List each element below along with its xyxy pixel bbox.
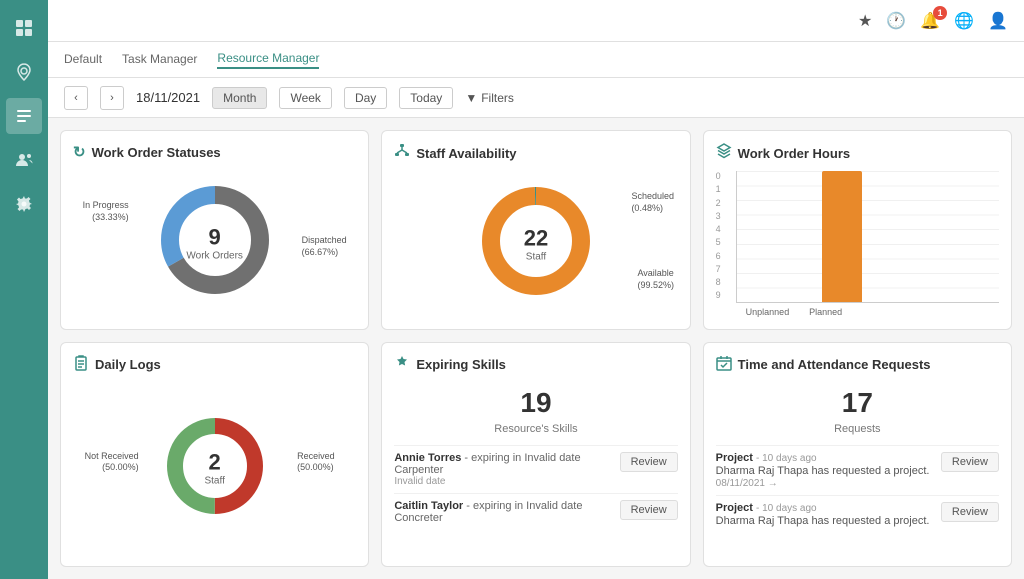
sidebar-icon-tasks[interactable] <box>6 98 42 134</box>
clipboard-icon <box>73 355 89 375</box>
skills-count: 19 Resource's Skills <box>394 387 677 437</box>
sidebar-icon-users[interactable] <box>6 142 42 178</box>
main-content: ★ 🕐 🔔 1 🌐 👤 Default Task Manager Resourc… <box>48 0 1024 579</box>
work-order-statuses-chart: In Progress(33.33%) 9 Work Orders <box>73 169 356 317</box>
work-order-donut: 9 Work Orders <box>155 180 275 305</box>
day-button[interactable]: Day <box>344 87 387 109</box>
staff-availability-title: Staff Availability <box>394 143 677 163</box>
work-order-hours-card: Work Order Hours 9876543210 <box>703 130 1012 330</box>
notification-badge: 1 <box>933 6 947 20</box>
week-button[interactable]: Week <box>279 87 331 109</box>
tab-task-manager[interactable]: Task Manager <box>122 52 197 68</box>
request-item-1: Project - 10 days ago Dharma Raj Thapa h… <box>716 445 999 495</box>
layers-icon <box>716 143 732 163</box>
refresh-icon: ↻ <box>73 143 86 161</box>
request-count: 17 Requests <box>716 387 999 437</box>
bar-chart: 9876543210 <box>716 171 999 317</box>
filters-button[interactable]: ▼ Filters <box>465 91 514 105</box>
expiring-skills-title: Expiring Skills <box>394 355 677 375</box>
sidebar-icon-map[interactable] <box>6 54 42 90</box>
filter-label: Filters <box>481 91 514 105</box>
topbar-icons: ★ 🕐 🔔 1 🌐 👤 <box>858 11 1008 31</box>
time-attendance-card: Time and Attendance Requests 17 Requests… <box>703 342 1012 568</box>
work-order-statuses-card: ↻ Work Order Statuses In Progress(33.33%… <box>60 130 369 330</box>
user-icon[interactable]: 👤 <box>988 11 1008 31</box>
toolbar: ‹ › 18/11/2021 Month Week Day Today ▼ Fi… <box>48 78 1024 118</box>
topbar: ★ 🕐 🔔 1 🌐 👤 <box>48 0 1024 42</box>
planned-label: Planned <box>806 307 846 317</box>
dashboard: ↻ Work Order Statuses In Progress(33.33%… <box>48 118 1024 579</box>
sidebar <box>0 0 48 579</box>
clock-icon[interactable]: 🕐 <box>886 11 906 31</box>
sidebar-icon-settings[interactable] <box>6 186 42 222</box>
daily-logs-title: Daily Logs <box>73 355 356 375</box>
bell-icon[interactable]: 🔔 1 <box>920 11 940 31</box>
sidebar-icon-grid[interactable] <box>6 10 42 46</box>
prev-button[interactable]: ‹ <box>64 86 88 110</box>
dispatched-legend: Dispatched(66.67%) <box>302 235 347 257</box>
calendar-check-icon <box>716 355 732 375</box>
work-order-hours-title: Work Order Hours <box>716 143 999 163</box>
staff-availability-chart: Scheduled(0.48%) 22 Staff <box>394 171 677 317</box>
received-legend: Received(50.00%) <box>297 451 335 473</box>
unplanned-label: Unplanned <box>746 307 786 317</box>
filter-icon: ▼ <box>465 91 477 105</box>
time-attendance-title: Time and Attendance Requests <box>716 355 999 375</box>
tab-resource-manager[interactable]: Resource Manager <box>217 51 319 69</box>
org-icon <box>394 143 410 163</box>
today-button[interactable]: Today <box>399 87 453 109</box>
review-skill-1-button[interactable]: Review <box>620 452 678 472</box>
skill-item-2: Caitlin Taylor - expiring in Invalid dat… <box>394 493 677 530</box>
daily-logs-donut: 2 Staff <box>160 411 270 526</box>
tabs-bar: Default Task Manager Resource Manager <box>48 42 1024 78</box>
skills-icon <box>394 355 410 375</box>
request-item-2: Project - 10 days ago Dharma Raj Thapa h… <box>716 495 999 534</box>
review-skill-2-button[interactable]: Review <box>620 500 678 520</box>
month-button[interactable]: Month <box>212 87 267 109</box>
star-icon[interactable]: ★ <box>858 11 872 31</box>
globe-icon[interactable]: 🌐 <box>954 11 974 31</box>
in-progress-legend: In Progress(33.33%) <box>83 200 129 222</box>
expiring-skills-card: Expiring Skills 19 Resource's Skills Ann… <box>381 342 690 568</box>
y-axis: 9876543210 <box>716 171 732 317</box>
not-received-legend: Not Received(50.00%) <box>85 451 139 473</box>
skill-item-1: Annie Torres - expiring in Invalid date … <box>394 445 677 493</box>
daily-logs-chart: Not Received(50.00%) 2 Staff Recei <box>73 383 356 555</box>
staff-availability-card: Staff Availability Scheduled(0.48%) <box>381 130 690 330</box>
available-legend: Available(99.52%) <box>637 268 674 290</box>
review-request-2-button[interactable]: Review <box>941 502 999 522</box>
date-label: 18/11/2021 <box>136 90 200 105</box>
scheduled-legend: Scheduled(0.48%) <box>631 191 674 213</box>
staff-donut: 22 Staff <box>476 181 596 306</box>
work-order-statuses-title: ↻ Work Order Statuses <box>73 143 356 161</box>
daily-logs-card: Daily Logs Not Received(50.00%) 2 S <box>60 342 369 568</box>
next-button[interactable]: › <box>100 86 124 110</box>
tab-default[interactable]: Default <box>64 52 102 68</box>
review-request-1-button[interactable]: Review <box>941 452 999 472</box>
